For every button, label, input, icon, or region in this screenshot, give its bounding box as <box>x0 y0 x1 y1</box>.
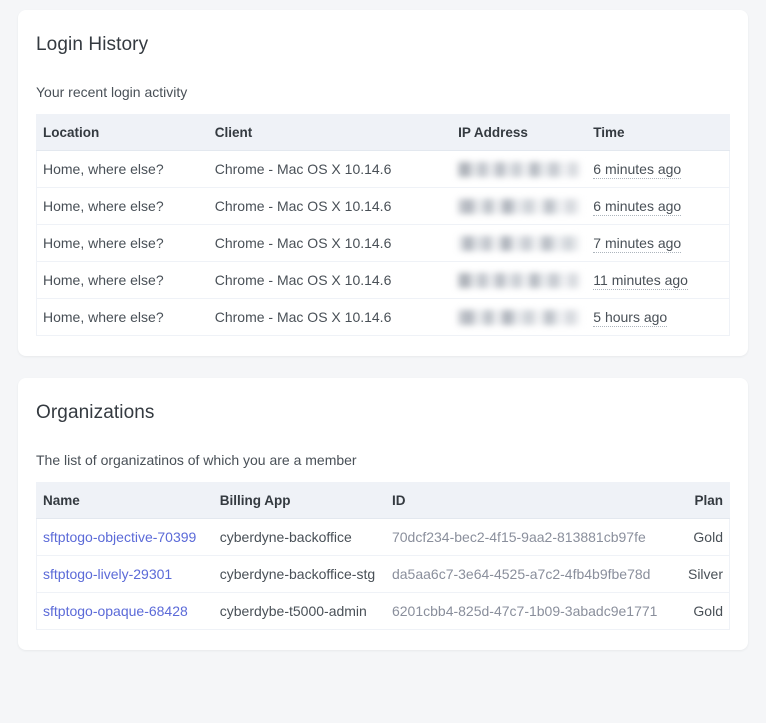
login-history-card: Login History Your recent login activity… <box>18 10 748 356</box>
cell-time: 6 minutes ago <box>587 151 729 188</box>
table-row: sftptogo-lively-29301 cyberdyne-backoffi… <box>36 555 730 593</box>
table-row: Home, where else? Chrome - Mac OS X 10.1… <box>36 187 730 225</box>
organizations-card: Organizations The list of organizatinos … <box>18 378 748 650</box>
relative-time[interactable]: 11 minutes ago <box>593 272 688 290</box>
cell-time: 5 hours ago <box>587 298 730 336</box>
column-header-plan: Plan <box>668 482 730 519</box>
organization-link[interactable]: sftptogo-objective-70399 <box>43 529 196 545</box>
column-header-ip-address: IP Address <box>452 114 588 151</box>
organizations-table-head: Name Billing App ID Plan <box>36 482 730 519</box>
login-history-table-body: Home, where else? Chrome - Mac OS X 10.1… <box>36 151 730 336</box>
organization-link[interactable]: sftptogo-lively-29301 <box>43 566 172 582</box>
cell-location: Home, where else? <box>43 161 164 177</box>
cell-client: Chrome - Mac OS X 10.14.6 <box>208 187 453 225</box>
cell-ip-address <box>452 151 587 188</box>
organizations-table-body: sftptogo-objective-70399 cyberdyne-backo… <box>36 519 730 630</box>
cell-organization-id: 70dcf234-bec2-4f15-9aa2-813881cb97fe <box>391 529 646 545</box>
cell-client: Chrome - Mac OS X 10.14.6 <box>208 224 453 262</box>
table-row: sftptogo-objective-70399 cyberdyne-backo… <box>37 519 730 556</box>
cell-ip-address <box>452 261 588 299</box>
cell-client: Chrome - Mac OS X 10.14.6 <box>208 261 453 299</box>
organizations-title: Organizations <box>36 402 155 423</box>
cell-location: Home, where else? <box>36 298 209 336</box>
login-history-table-head: Location Client IP Address Time <box>36 114 730 151</box>
redacted-ip-icon <box>458 198 582 214</box>
cell-organization-name: sftptogo-lively-29301 <box>36 555 214 593</box>
redacted-ip-icon <box>458 272 582 288</box>
organizations-subtitle: The list of organizatinos of which you a… <box>36 452 357 468</box>
login-history-table: Location Client IP Address Time Home, wh… <box>36 114 730 336</box>
relative-time[interactable]: 5 hours ago <box>593 309 668 327</box>
column-header-time: Time <box>587 114 730 151</box>
column-header-client: Client <box>208 114 453 151</box>
relative-time[interactable]: 6 minutes ago <box>593 198 682 216</box>
column-header-id: ID <box>385 482 669 519</box>
cell-ip-address <box>452 224 588 262</box>
redacted-ip-icon <box>458 309 582 325</box>
cell-plan: Gold <box>693 529 723 545</box>
cell-time: 11 minutes ago <box>587 261 730 299</box>
login-history-title: Login History <box>36 34 149 55</box>
cell-client: Chrome - Mac OS X 10.14.6 <box>208 298 453 336</box>
cell-plan: Silver <box>668 555 730 593</box>
table-header-row: Name Billing App ID Plan <box>36 482 730 519</box>
table-row: sftptogo-opaque-68428 cyberdybe-t5000-ad… <box>36 592 730 630</box>
cell-organization-name: sftptogo-opaque-68428 <box>36 592 214 630</box>
cell-client: Chrome - Mac OS X 10.14.6 <box>214 161 392 177</box>
cell-ip-address <box>452 187 588 225</box>
relative-time[interactable]: 7 minutes ago <box>593 235 682 253</box>
cell-billing-app: cyberdyne-backoffice <box>219 529 352 545</box>
login-history-subtitle: Your recent login activity <box>36 84 188 100</box>
cell-ip-address <box>452 298 588 336</box>
table-header-row: Location Client IP Address Time <box>36 114 730 151</box>
table-row: Home, where else? Chrome - Mac OS X 10.1… <box>36 224 730 262</box>
organization-link[interactable]: sftptogo-opaque-68428 <box>43 603 188 619</box>
organizations-table: Name Billing App ID Plan sftptogo-object… <box>36 482 730 630</box>
redacted-ip-icon <box>458 161 582 177</box>
cell-time: 6 minutes ago <box>587 187 730 225</box>
column-header-location: Location <box>36 114 209 151</box>
table-row: Home, where else? Chrome - Mac OS X 10.1… <box>36 261 730 299</box>
cell-billing-app: cyberdybe-t5000-admin <box>213 592 386 630</box>
cell-organization-id: da5aa6c7-3e64-4525-a7c2-4fb4b9fbe78d <box>385 555 669 593</box>
cell-time: 7 minutes ago <box>587 224 730 262</box>
column-header-billing-app: Billing App <box>213 482 386 519</box>
cell-plan: Gold <box>668 592 730 630</box>
column-header-name: Name <box>36 482 214 519</box>
table-row: Home, where else? Chrome - Mac OS X 10.1… <box>36 298 730 336</box>
table-row: Home, where else? Chrome - Mac OS X 10.1… <box>37 151 730 188</box>
redacted-ip-icon <box>458 235 582 251</box>
page-root: Login History Your recent login activity… <box>0 0 766 723</box>
relative-time[interactable]: 6 minutes ago <box>593 161 682 179</box>
cell-location: Home, where else? <box>36 187 209 225</box>
cell-organization-id: 6201cbb4-825d-47c7-1b09-3abadc9e1771 <box>385 592 669 630</box>
cell-location: Home, where else? <box>36 224 209 262</box>
cell-organization-name: sftptogo-objective-70399 <box>37 519 214 556</box>
cell-location: Home, where else? <box>36 261 209 299</box>
cell-billing-app: cyberdyne-backoffice-stg <box>213 555 386 593</box>
